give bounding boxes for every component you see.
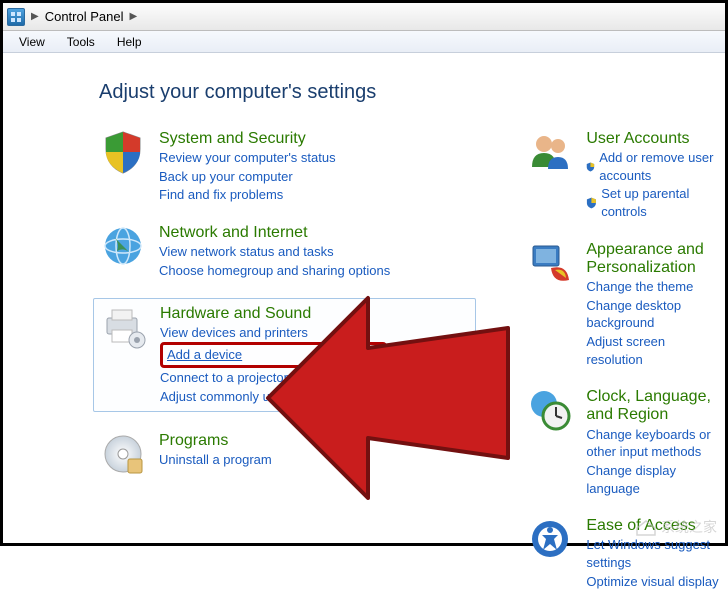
category-system-security: System and Security Review your computer… bbox=[99, 128, 476, 204]
link-view-devices[interactable]: View devices and printers bbox=[160, 324, 387, 342]
link-display-lang[interactable]: Change display language bbox=[586, 462, 725, 497]
category-hardware-sound: Hardware and Sound View devices and prin… bbox=[100, 303, 469, 406]
link-find-fix[interactable]: Find and fix problems bbox=[159, 186, 336, 204]
link-backup[interactable]: Back up your computer bbox=[159, 168, 336, 186]
control-panel-icon bbox=[7, 8, 25, 26]
users-icon bbox=[526, 128, 574, 176]
menu-bar: View Tools Help bbox=[3, 31, 725, 53]
clock-icon bbox=[526, 386, 574, 434]
link-homegroup[interactable]: Choose homegroup and sharing options bbox=[159, 262, 390, 280]
menu-tools[interactable]: Tools bbox=[57, 33, 105, 51]
category-user-accounts: User Accounts Add or remove user account… bbox=[526, 128, 725, 221]
category-clock: Clock, Language, and Region Change keybo… bbox=[526, 386, 725, 497]
link-connect-projector[interactable]: Connect to a projector bbox=[160, 369, 387, 387]
link-mobility-settings[interactable]: Adjust commonly used mobility settings bbox=[160, 388, 387, 406]
link-add-remove-accounts[interactable]: Add or remove user accounts bbox=[586, 149, 725, 184]
category-title-network[interactable]: Network and Internet bbox=[159, 224, 390, 242]
appearance-icon bbox=[526, 239, 574, 287]
link-parental-controls-label: Set up parental controls bbox=[601, 185, 725, 220]
category-appearance: Appearance and Personalization Change th… bbox=[526, 239, 725, 369]
menu-view[interactable]: View bbox=[9, 33, 55, 51]
category-title-system-security[interactable]: System and Security bbox=[159, 130, 336, 148]
link-optimize-visual[interactable]: Optimize visual display bbox=[586, 573, 725, 590]
link-screen-res[interactable]: Adjust screen resolution bbox=[586, 333, 725, 368]
link-parental-controls[interactable]: Set up parental controls bbox=[586, 185, 725, 220]
content-area: Adjust your computer's settings System a… bbox=[3, 53, 725, 543]
link-desktop-bg[interactable]: Change desktop background bbox=[586, 297, 725, 332]
printer-icon bbox=[100, 303, 148, 351]
link-uninstall[interactable]: Uninstall a program bbox=[159, 451, 272, 469]
disc-icon bbox=[99, 430, 147, 478]
category-network: Network and Internet View network status… bbox=[99, 222, 476, 279]
page-heading: Adjust your computer's settings bbox=[99, 81, 725, 104]
category-title-appearance[interactable]: Appearance and Personalization bbox=[586, 241, 725, 278]
category-title-programs[interactable]: Programs bbox=[159, 432, 272, 450]
globe-icon bbox=[99, 222, 147, 270]
link-change-theme[interactable]: Change the theme bbox=[586, 278, 725, 296]
breadcrumb-root[interactable]: Control Panel bbox=[45, 9, 124, 24]
chevron-right-icon: ▶ bbox=[127, 11, 139, 22]
uac-shield-icon bbox=[586, 197, 597, 209]
category-title-hardware-sound[interactable]: Hardware and Sound bbox=[160, 305, 387, 323]
watermark: 系统之家 bbox=[635, 517, 717, 537]
link-network-status[interactable]: View network status and tasks bbox=[159, 243, 390, 261]
category-column-left: System and Security Review your computer… bbox=[99, 128, 476, 590]
category-hardware-sound-box: Hardware and Sound View devices and prin… bbox=[93, 298, 476, 413]
highlight-add-device: Add a device bbox=[160, 342, 387, 368]
link-add-remove-accounts-label: Add or remove user accounts bbox=[599, 149, 725, 184]
address-bar: ▶ Control Panel ▶ bbox=[3, 3, 725, 31]
link-keyboards[interactable]: Change keyboards or other input methods bbox=[586, 426, 725, 461]
category-title-clock[interactable]: Clock, Language, and Region bbox=[586, 388, 725, 425]
ease-access-icon bbox=[526, 515, 574, 563]
category-programs: Programs Uninstall a program bbox=[99, 430, 476, 478]
shield-icon bbox=[99, 128, 147, 176]
watermark-icon bbox=[635, 518, 657, 536]
link-add-device[interactable]: Add a device bbox=[167, 346, 380, 364]
watermark-text: 系统之家 bbox=[661, 517, 717, 537]
menu-help[interactable]: Help bbox=[107, 33, 152, 51]
uac-shield-icon bbox=[586, 161, 595, 173]
category-title-user-accounts[interactable]: User Accounts bbox=[586, 130, 725, 148]
link-review-status[interactable]: Review your computer's status bbox=[159, 149, 336, 167]
link-suggest-settings[interactable]: Let Windows suggest settings bbox=[586, 536, 725, 571]
chevron-right-icon: ▶ bbox=[29, 11, 41, 22]
